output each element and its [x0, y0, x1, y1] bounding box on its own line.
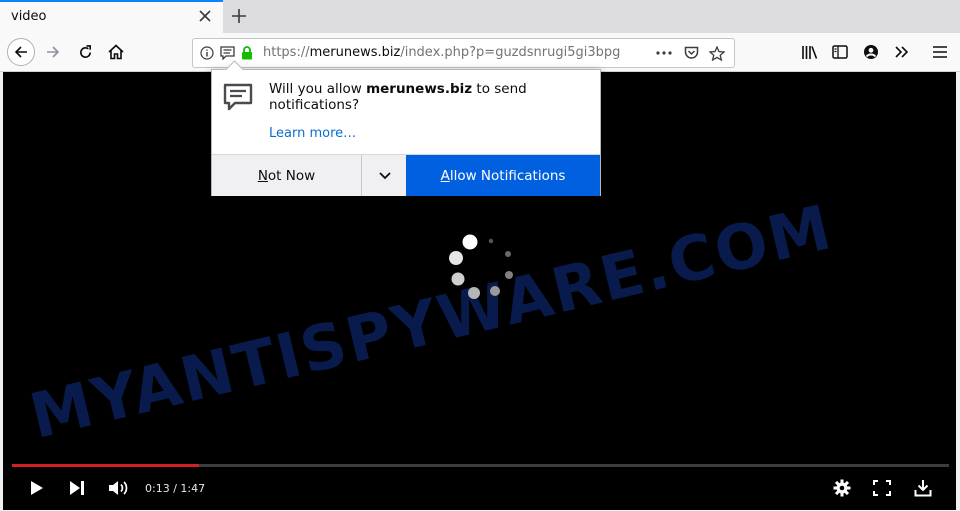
- download-icon[interactable]: [913, 476, 933, 500]
- lock-icon: [238, 44, 256, 62]
- reload-icon[interactable]: [70, 37, 100, 67]
- url-text[interactable]: https://merunews.biz/index.php?p=guzdsnr…: [263, 45, 623, 60]
- tab-strip: video: [0, 0, 960, 33]
- tab-video[interactable]: video: [0, 0, 223, 33]
- url-path: /index.php?p=guzdsnrugi5gi3bpg: [400, 45, 621, 60]
- next-icon[interactable]: [67, 476, 87, 500]
- pocket-icon[interactable]: [682, 44, 700, 62]
- play-icon[interactable]: [27, 476, 47, 500]
- sidebar-icon[interactable]: [825, 37, 855, 67]
- popup-message: Will you allow merunews.biz to send noti…: [269, 81, 569, 113]
- loading-spinner-icon: [449, 234, 513, 299]
- back-button[interactable]: [6, 37, 36, 67]
- volume-icon[interactable]: [107, 476, 131, 500]
- info-icon[interactable]: [198, 44, 216, 62]
- nav-toolbar: https://merunews.biz/index.php?p=guzdsnr…: [0, 33, 960, 72]
- forward-arrow-icon[interactable]: [38, 37, 68, 67]
- account-icon[interactable]: [856, 37, 886, 67]
- notification-icon[interactable]: [218, 44, 236, 62]
- tab-title: video: [11, 9, 47, 24]
- allow-notifications-button[interactable]: Allow Notifications: [406, 155, 600, 196]
- progress-fill: [12, 464, 200, 467]
- allow-accel: A: [440, 167, 450, 184]
- settings-icon[interactable]: [832, 476, 852, 500]
- plus-icon[interactable]: [229, 6, 249, 26]
- more-icon[interactable]: [655, 44, 673, 62]
- not-now-button[interactable]: Not Now: [212, 155, 361, 196]
- back-arrow-icon: [7, 38, 35, 66]
- fullscreen-icon[interactable]: [872, 476, 892, 500]
- overflow-icon[interactable]: [887, 37, 917, 67]
- home-icon[interactable]: [101, 37, 131, 67]
- notification-permission-popup: Will you allow merunews.biz to send noti…: [211, 60, 601, 196]
- current-time: 0:13: [145, 482, 170, 495]
- progress-bar[interactable]: [12, 464, 949, 467]
- notification-icon: [223, 83, 253, 111]
- not-now-label: ot Now: [267, 167, 316, 184]
- url-scheme: https://: [263, 45, 310, 60]
- allow-label: llow Notifications: [449, 167, 566, 184]
- library-icon[interactable]: [794, 37, 824, 67]
- url-host: merunews.biz: [309, 45, 401, 60]
- time-display: 0:13 / 1:47: [145, 482, 206, 495]
- popup-msg-site: merunews.biz: [366, 81, 473, 97]
- url-bar[interactable]: https://merunews.biz/index.php?p=guzdsnr…: [192, 38, 735, 68]
- duration: 1:47: [180, 482, 206, 495]
- popup-msg-prefix: Will you allow: [269, 81, 367, 97]
- watermark: MYANTISPYWARE.COM: [23, 190, 840, 453]
- not-now-accel: N: [257, 167, 268, 184]
- learn-more-link[interactable]: Learn more…: [269, 126, 356, 141]
- chevron-down-icon[interactable]: [361, 155, 407, 196]
- star-icon[interactable]: [708, 44, 726, 62]
- close-icon[interactable]: [197, 8, 213, 24]
- popup-footer: Not Now Allow Notifications: [212, 154, 600, 196]
- menu-icon[interactable]: [925, 37, 955, 67]
